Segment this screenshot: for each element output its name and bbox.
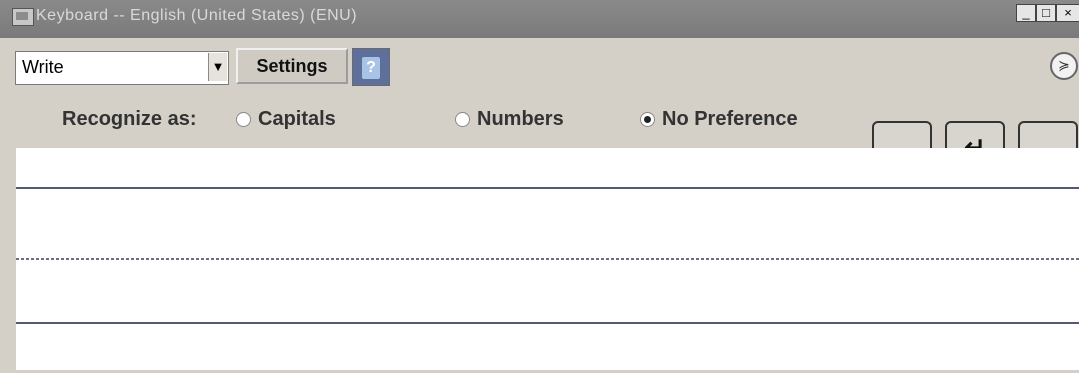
- help-icon: ?: [362, 57, 380, 79]
- writing-pad[interactable]: [16, 148, 1079, 370]
- radio-indicator[interactable]: [236, 112, 251, 127]
- double-chevron-down-icon: ≽: [1058, 57, 1070, 73]
- radio-indicator[interactable]: [455, 112, 470, 127]
- radio-label: Numbers: [477, 108, 564, 130]
- guideline-midline: [16, 258, 1079, 260]
- close-button[interactable]: ×: [1056, 4, 1079, 22]
- minimize-button[interactable]: _: [1016, 4, 1036, 22]
- guideline-baseline: [16, 322, 1079, 324]
- input-mode-value: Write: [22, 57, 64, 77]
- recognize-as-label: Recognize as:: [62, 108, 197, 130]
- toolbar: Write ▼ Settings ? ≽: [0, 38, 1079, 96]
- handwriting-input-panel: Keyboard -- English (United States) (ENU…: [0, 0, 1079, 373]
- window-title: Keyboard -- English (United States) (ENU…: [36, 7, 358, 24]
- settings-button[interactable]: Settings: [236, 48, 348, 84]
- collapse-button[interactable]: ≽: [1050, 52, 1078, 80]
- input-mode-dropdown[interactable]: Write ▼: [15, 51, 229, 85]
- keyboard-icon: [12, 8, 34, 26]
- radio-indicator[interactable]: [640, 112, 655, 127]
- chevron-down-icon[interactable]: ▼: [208, 53, 227, 81]
- help-button[interactable]: ?: [352, 48, 390, 86]
- maximize-button[interactable]: □: [1036, 4, 1056, 22]
- guideline-top: [16, 187, 1079, 189]
- title-bar[interactable]: Keyboard -- English (United States) (ENU…: [0, 0, 1079, 38]
- radio-label: Capitals: [258, 108, 336, 130]
- radio-label: No Preference: [662, 108, 798, 130]
- pad-border: [0, 148, 16, 373]
